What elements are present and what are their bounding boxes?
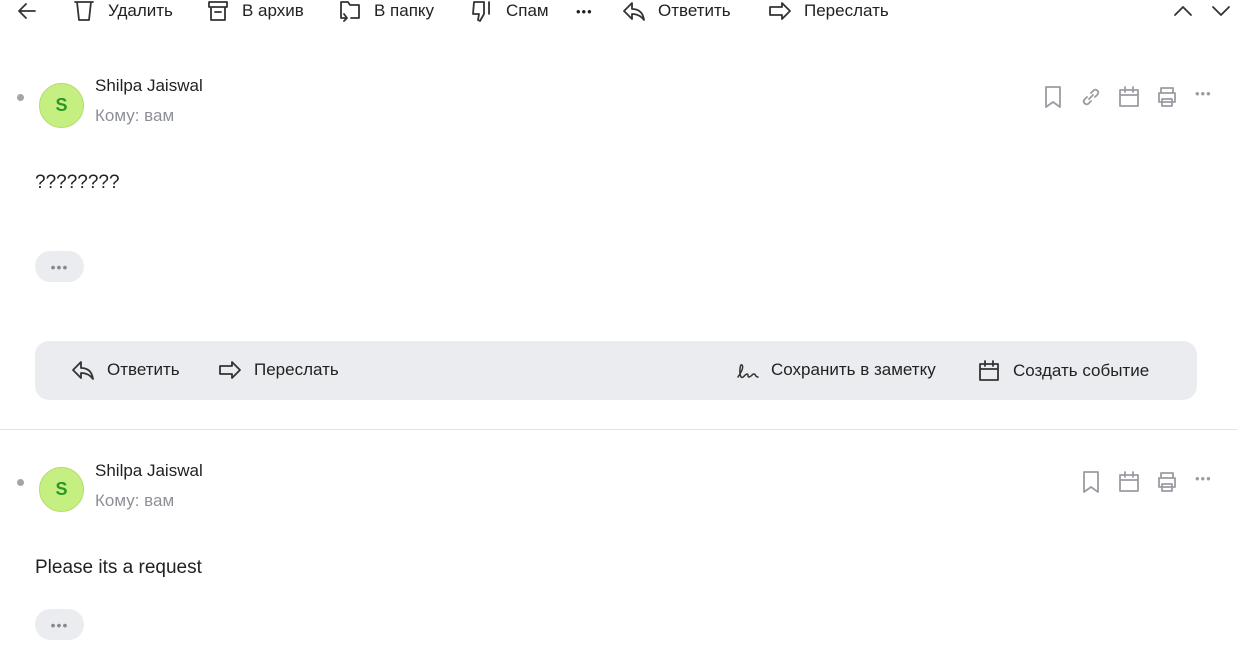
archive-icon (208, 1, 228, 21)
save-note-label: Сохранить в заметку (771, 360, 936, 379)
bookmark-icon[interactable] (1079, 470, 1103, 494)
calendar-icon[interactable] (1117, 470, 1141, 494)
recipient-label: Кому: вам (95, 491, 175, 510)
calendar-icon (979, 360, 999, 381)
move-to-folder-button[interactable]: В папку (338, 0, 434, 22)
archive-label: В архив (242, 1, 304, 20)
delete-button[interactable]: Удалить (72, 0, 173, 22)
folder-label: В папку (374, 1, 435, 20)
forward-icon (769, 2, 791, 20)
spam-button[interactable]: Спам (470, 0, 549, 22)
print-icon[interactable] (1155, 470, 1179, 494)
forward-button[interactable]: Переслать (218, 359, 339, 381)
reply-icon (623, 2, 645, 21)
reply-button[interactable]: Ответить (71, 359, 180, 381)
spam-label: Спам (506, 1, 549, 20)
create-event-label: Создать событие (1013, 361, 1150, 380)
reply-label: Ответить (107, 360, 180, 379)
avatar[interactable]: S (39, 467, 84, 512)
back-button[interactable] (16, 0, 38, 22)
chevron-down-icon (1212, 6, 1230, 16)
more-actions-button[interactable]: ••• (1195, 86, 1212, 101)
calendar-icon[interactable] (1117, 85, 1141, 109)
message-body: Please its a request (35, 557, 202, 578)
signature-icon (737, 364, 759, 379)
recipient-label: Кому: вам (95, 106, 175, 125)
show-quoted-button[interactable]: ••• (35, 251, 84, 282)
chevron-up-icon (1174, 6, 1192, 16)
previous-message-button[interactable] (1172, 0, 1194, 22)
unread-dot[interactable] (17, 94, 24, 101)
delete-label: Удалить (108, 1, 173, 20)
forward-icon (219, 361, 241, 379)
forward-label: Переслать (254, 360, 339, 379)
quick-actions-bar: Ответить Переслать Сохранить в заметку С… (35, 341, 1197, 400)
forward-button[interactable]: Переслать (768, 0, 889, 22)
show-quoted-button[interactable]: ••• (35, 609, 84, 640)
avatar[interactable]: S (39, 83, 84, 128)
create-event-button[interactable]: Создать событие (977, 359, 1149, 383)
message-divider (0, 429, 1237, 430)
forward-label: Переслать (804, 1, 889, 20)
reply-button[interactable]: Ответить (622, 0, 731, 22)
bookmark-icon[interactable] (1041, 85, 1065, 109)
trash-icon (74, 1, 94, 21)
arrow-left-icon (18, 3, 36, 19)
thumbs-down-icon (472, 1, 490, 22)
save-to-note-button[interactable]: Сохранить в заметку (735, 359, 936, 381)
reply-label: Ответить (658, 1, 731, 20)
link-icon[interactable] (1079, 85, 1103, 109)
reply-icon (72, 361, 94, 380)
more-actions-button[interactable]: ••• (1195, 471, 1212, 486)
folder-move-icon (340, 1, 360, 22)
next-message-button[interactable] (1210, 0, 1232, 22)
sender-name[interactable]: Shilpa Jaiswal (95, 76, 203, 96)
unread-dot[interactable] (17, 479, 24, 486)
message-body: ???????? (35, 172, 120, 193)
more-button[interactable]: ••• (576, 0, 593, 22)
archive-button[interactable]: В архив (206, 0, 304, 22)
sender-name[interactable]: Shilpa Jaiswal (95, 461, 203, 481)
print-icon[interactable] (1155, 85, 1179, 109)
